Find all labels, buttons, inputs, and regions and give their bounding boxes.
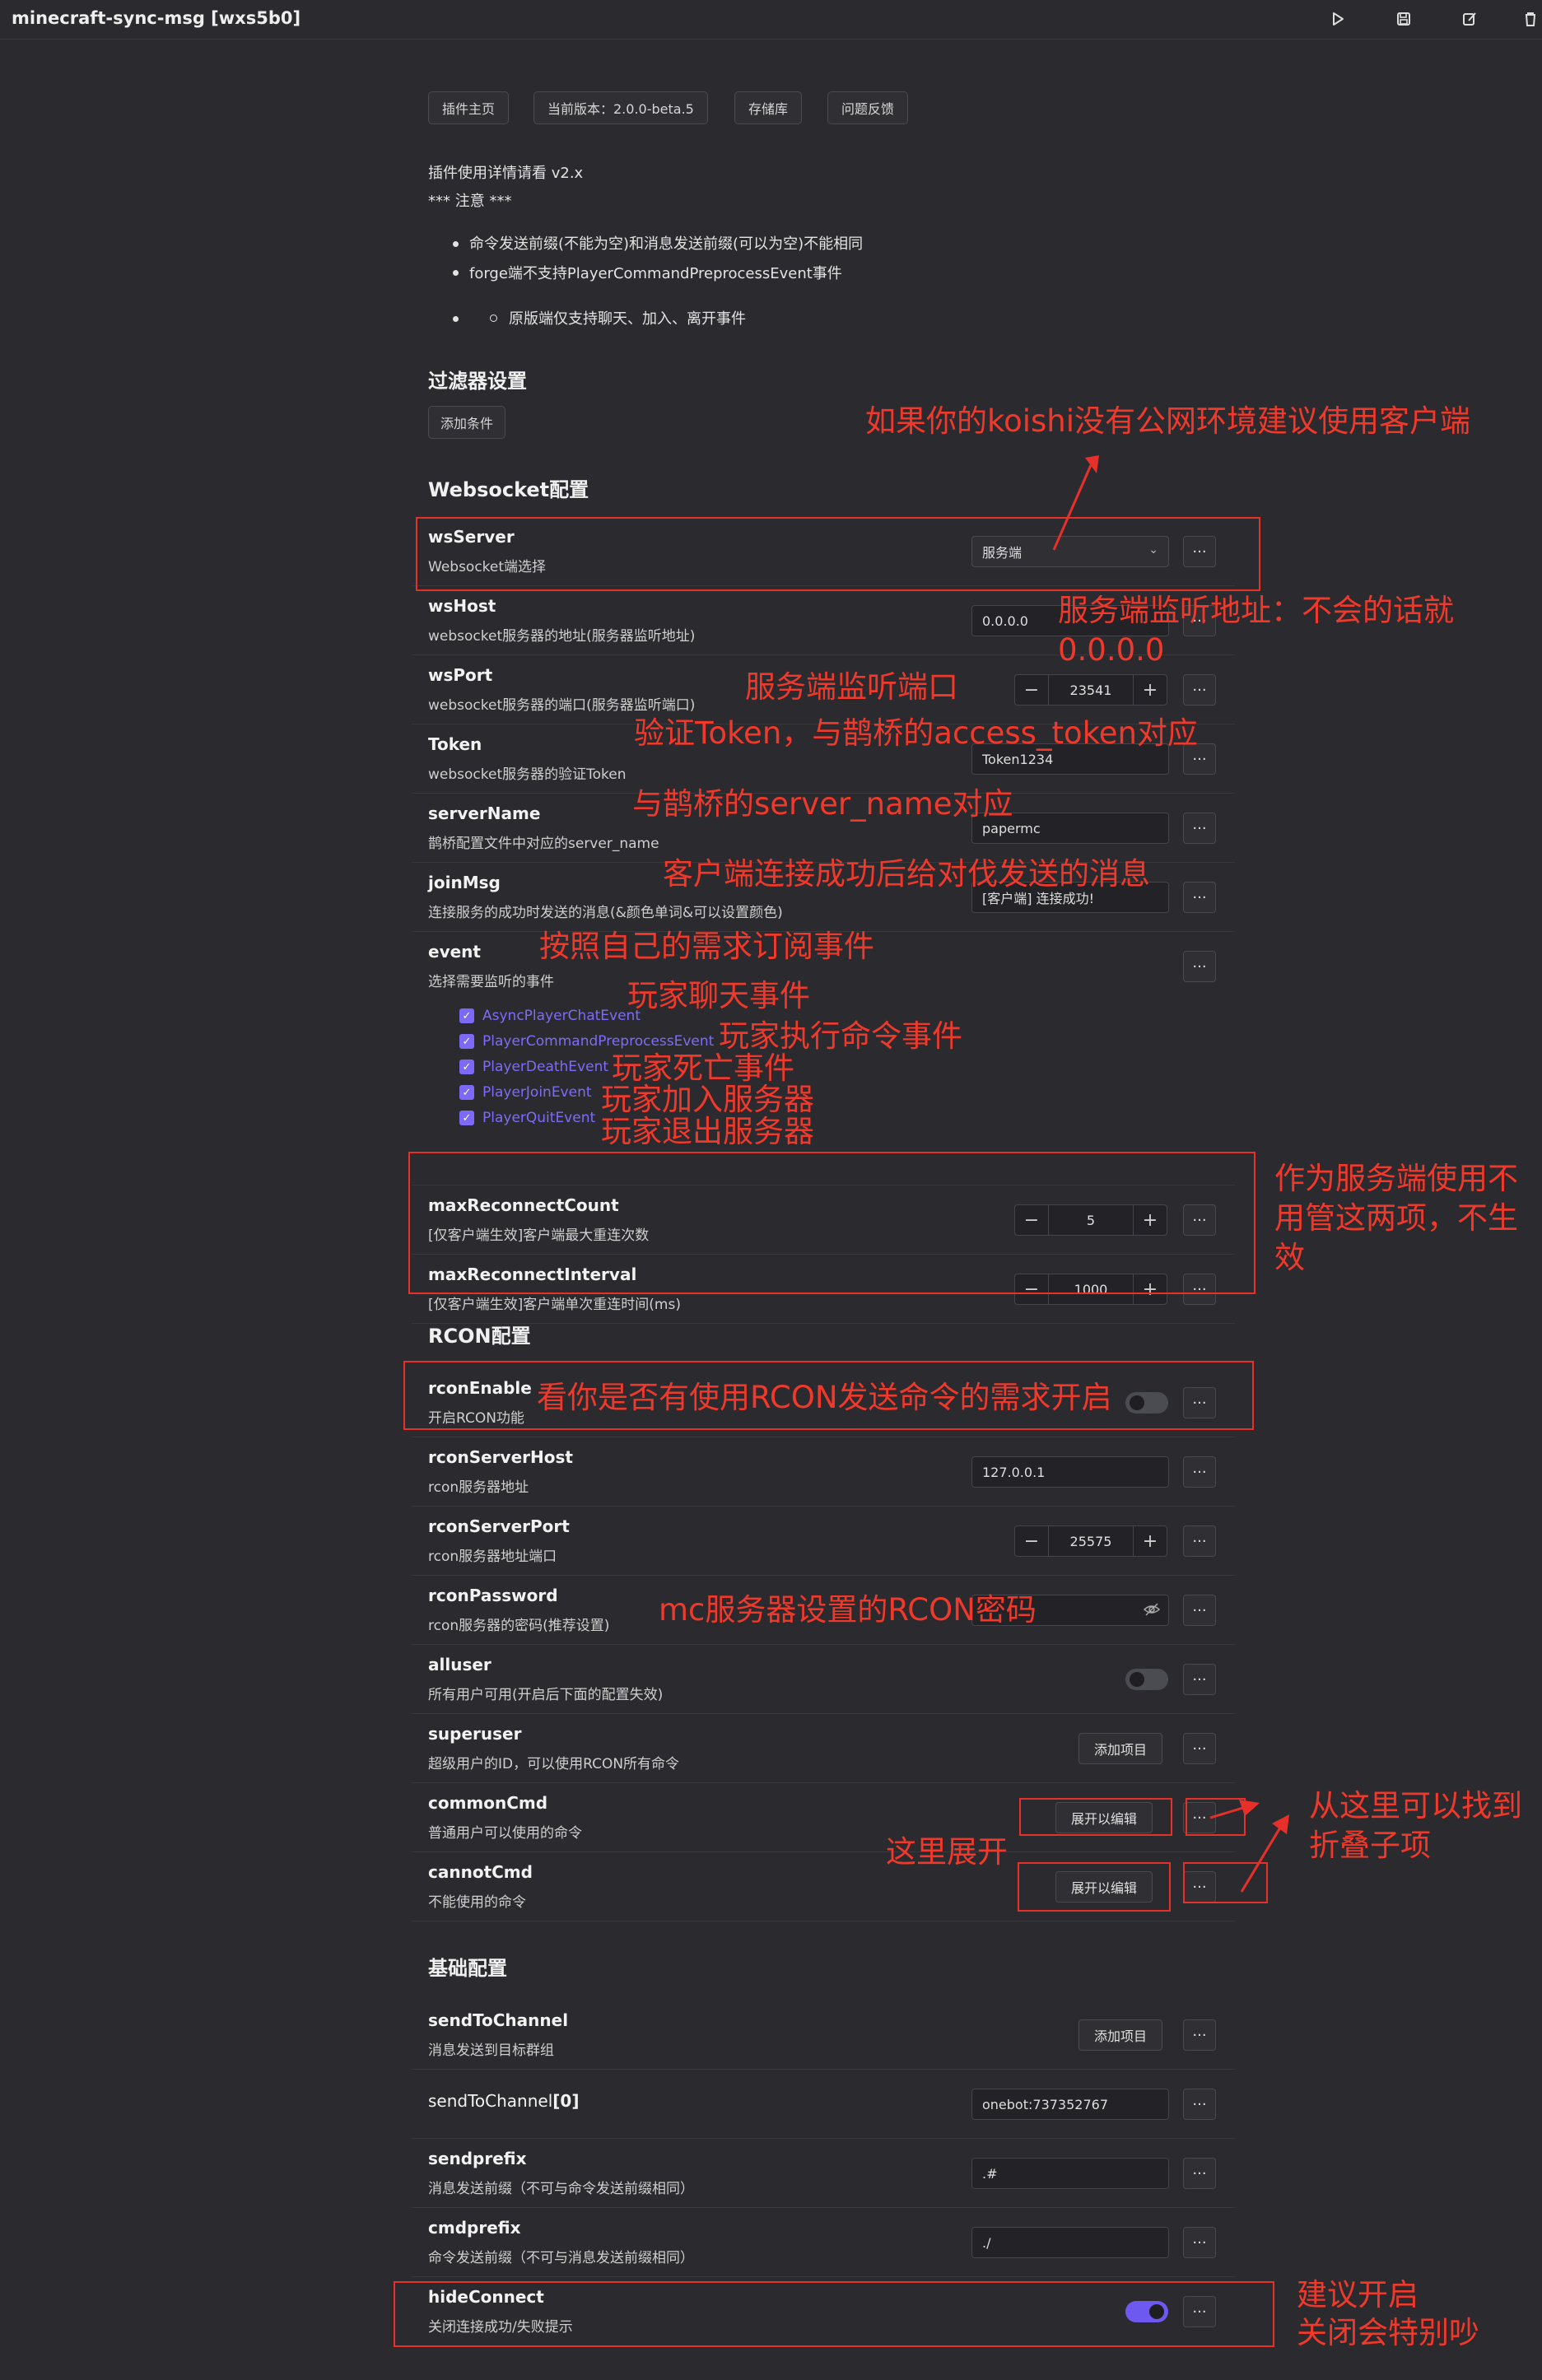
annotation-text: 关闭会特别吵 — [1297, 2315, 1479, 2350]
annotation-text: 服务端监听端口 — [745, 669, 958, 705]
annotation-text: 看你是否有使用RCON发送命令的需求开启 — [537, 1380, 1112, 1415]
annotation-text: 从这里可以找到 — [1309, 1788, 1522, 1823]
annotation-text: 验证Token，与鹊桥的access_token对应 — [634, 715, 1198, 751]
annotation-text: 按照自己的需求订阅事件 — [539, 929, 874, 964]
annotation-text: 建议开启 — [1297, 2277, 1419, 2312]
annotation-text: 服务端监听地址：不会的话就 — [1058, 593, 1454, 628]
annotation-text: 0.0.0.0 — [1058, 632, 1165, 668]
annotation-text: mc服务器设置的RCON密码 — [659, 1592, 1037, 1628]
annotation-text: 玩家退出服务器 — [601, 1114, 814, 1149]
annotation-text: 玩家聊天事件 — [627, 978, 810, 1013]
annotation-text: 如果你的koishi没有公网环境建议使用客户端 — [865, 403, 1471, 439]
annotation-text: 效 — [1274, 1240, 1305, 1275]
annotation-text: 与鹊桥的server_name对应 — [632, 786, 1013, 822]
annotation-text: 折叠子项 — [1309, 1828, 1431, 1863]
annotation-text: 用管这两项，不生 — [1274, 1200, 1518, 1236]
annotation-text: 玩家加入服务器 — [601, 1082, 814, 1117]
annotation-text: 作为服务端使用不 — [1274, 1161, 1518, 1196]
annotation-text: 这里展开 — [886, 1834, 1008, 1870]
annotation-text: 客户端连接成功后给对伐发送的消息 — [663, 856, 1150, 892]
annotation-text: 玩家执行命令事件 — [719, 1018, 962, 1054]
